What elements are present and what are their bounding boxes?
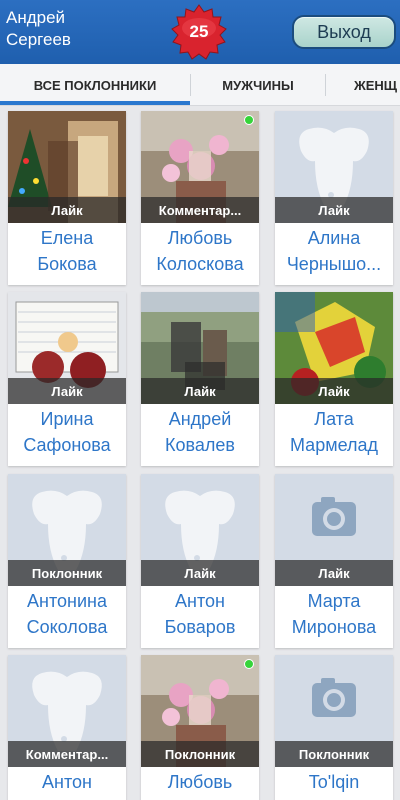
fan-photo[interactable]: Комментар... bbox=[141, 111, 259, 223]
interaction-type-label: Комментар... bbox=[141, 197, 259, 223]
fan-name[interactable]: Марта Миронова bbox=[275, 588, 393, 640]
fan-photo[interactable]: Лайк bbox=[275, 474, 393, 586]
tab-men[interactable]: МУЖЧИНЫ bbox=[191, 64, 325, 105]
interaction-type-label: Комментар... bbox=[8, 741, 126, 767]
fan-card[interactable]: Поклонник Антонина Соколова bbox=[8, 474, 126, 648]
fan-card[interactable]: Лайк Алина Чернышо... bbox=[275, 111, 393, 285]
badge-count: 25 bbox=[189, 22, 209, 41]
fan-photo[interactable]: Лайк bbox=[275, 292, 393, 404]
fan-first-name: Антон bbox=[42, 772, 92, 792]
fan-card[interactable]: Комментар... Любовь Колоскова bbox=[141, 111, 259, 285]
fan-first-name: Алина bbox=[307, 228, 361, 248]
logout-button[interactable]: Выход bbox=[292, 15, 396, 49]
interaction-type-label: Лайк bbox=[8, 197, 126, 223]
user-first-name: Андрей bbox=[6, 8, 66, 27]
fan-first-name: Марта bbox=[307, 591, 361, 611]
user-name[interactable]: Андрей Сергеев bbox=[6, 7, 71, 51]
online-indicator-icon bbox=[244, 659, 254, 669]
fan-last-name: Сафонова bbox=[23, 435, 111, 455]
interaction-type-label: Лайк bbox=[8, 378, 126, 404]
fan-photo[interactable]: Лайк bbox=[8, 111, 126, 223]
fan-name[interactable]: Любовь bbox=[141, 769, 259, 795]
fan-photo[interactable]: Лайк bbox=[141, 474, 259, 586]
fan-name[interactable]: Алина Чернышо... bbox=[275, 225, 393, 277]
fan-first-name: Антонина bbox=[27, 591, 107, 611]
fan-name[interactable]: Антон bbox=[8, 769, 126, 795]
fan-first-name: Андрей bbox=[168, 409, 232, 429]
interaction-type-label: Лайк bbox=[275, 378, 393, 404]
fan-card[interactable]: Лайк Лата Мармелад bbox=[275, 292, 393, 466]
fan-name[interactable]: Елена Бокова bbox=[8, 225, 126, 277]
fan-last-name: Бокова bbox=[37, 254, 97, 274]
fan-last-name: Миронова bbox=[291, 617, 377, 637]
fan-photo[interactable]: Поклонник bbox=[8, 474, 126, 586]
fan-card[interactable]: Лайк Антон Боваров bbox=[141, 474, 259, 648]
fan-first-name: To'lqin bbox=[308, 772, 360, 792]
fan-name[interactable]: To'lqin bbox=[275, 769, 393, 795]
fan-photo[interactable]: Лайк bbox=[275, 111, 393, 223]
interaction-type-label: Лайк bbox=[275, 197, 393, 223]
fan-photo[interactable]: Лайк bbox=[141, 292, 259, 404]
fan-first-name: Лата bbox=[314, 409, 354, 429]
fan-name[interactable]: Ирина Сафонова bbox=[8, 406, 126, 458]
fan-card[interactable]: Поклонник To'lqin bbox=[275, 655, 393, 800]
tab-all-fans[interactable]: ВСЕ ПОКЛОННИКИ bbox=[0, 64, 190, 105]
fan-card[interactable]: Лайк Марта Миронова bbox=[275, 474, 393, 648]
fan-name[interactable]: Любовь Колоскова bbox=[141, 225, 259, 277]
fan-last-name: Боваров bbox=[164, 617, 236, 637]
notification-badge[interactable]: 25 bbox=[168, 4, 230, 60]
fan-photo[interactable]: Поклонник bbox=[141, 655, 259, 767]
tab-women[interactable]: ЖЕНЩ bbox=[326, 64, 400, 105]
fan-name[interactable]: Антонина Соколова bbox=[8, 588, 126, 640]
fan-name[interactable]: Антон Боваров bbox=[141, 588, 259, 640]
fan-first-name: Любовь bbox=[167, 772, 233, 792]
fan-card[interactable]: Лайк Елена Бокова bbox=[8, 111, 126, 285]
interaction-type-label: Поклонник bbox=[8, 560, 126, 586]
fan-last-name: Мармелад bbox=[289, 435, 379, 455]
interaction-type-label: Поклонник bbox=[141, 741, 259, 767]
fan-last-name: Ковалев bbox=[165, 435, 235, 455]
fan-last-name: Чернышо... bbox=[286, 254, 382, 274]
fan-first-name: Елена bbox=[40, 228, 94, 248]
fan-card[interactable]: Лайк Андрей Ковалев bbox=[141, 292, 259, 466]
interaction-type-label: Лайк bbox=[141, 378, 259, 404]
online-indicator-icon bbox=[244, 115, 254, 125]
fan-photo[interactable]: Комментар... bbox=[8, 655, 126, 767]
fan-name[interactable]: Андрей Ковалев bbox=[141, 406, 259, 458]
interaction-type-label: Лайк bbox=[141, 560, 259, 586]
interaction-type-label: Лайк bbox=[275, 560, 393, 586]
fan-photo[interactable]: Лайк bbox=[8, 292, 126, 404]
fan-card[interactable]: Поклонник Любовь bbox=[141, 655, 259, 800]
fan-last-name: Колоскова bbox=[156, 254, 244, 274]
interaction-type-label: Поклонник bbox=[275, 741, 393, 767]
user-last-name: Сергеев bbox=[6, 30, 71, 49]
fan-card[interactable]: Комментар... Антон bbox=[8, 655, 126, 800]
fan-photo[interactable]: Поклонник bbox=[275, 655, 393, 767]
fan-first-name: Любовь bbox=[167, 228, 233, 248]
top-bar: Андрей Сергеев 25 Выход bbox=[0, 0, 400, 64]
fans-grid: Лайк Елена Бокова Комментар... Любовь Колоск… bbox=[0, 106, 400, 800]
fan-first-name: Антон bbox=[175, 591, 225, 611]
fan-name[interactable]: Лата Мармелад bbox=[275, 406, 393, 458]
fan-card[interactable]: Лайк Ирина Сафонова bbox=[8, 292, 126, 466]
fan-first-name: Ирина bbox=[40, 409, 94, 429]
fan-last-name: Соколова bbox=[26, 617, 108, 637]
tab-bar: ВСЕ ПОКЛОННИКИ МУЖЧИНЫ ЖЕНЩ bbox=[0, 64, 400, 106]
